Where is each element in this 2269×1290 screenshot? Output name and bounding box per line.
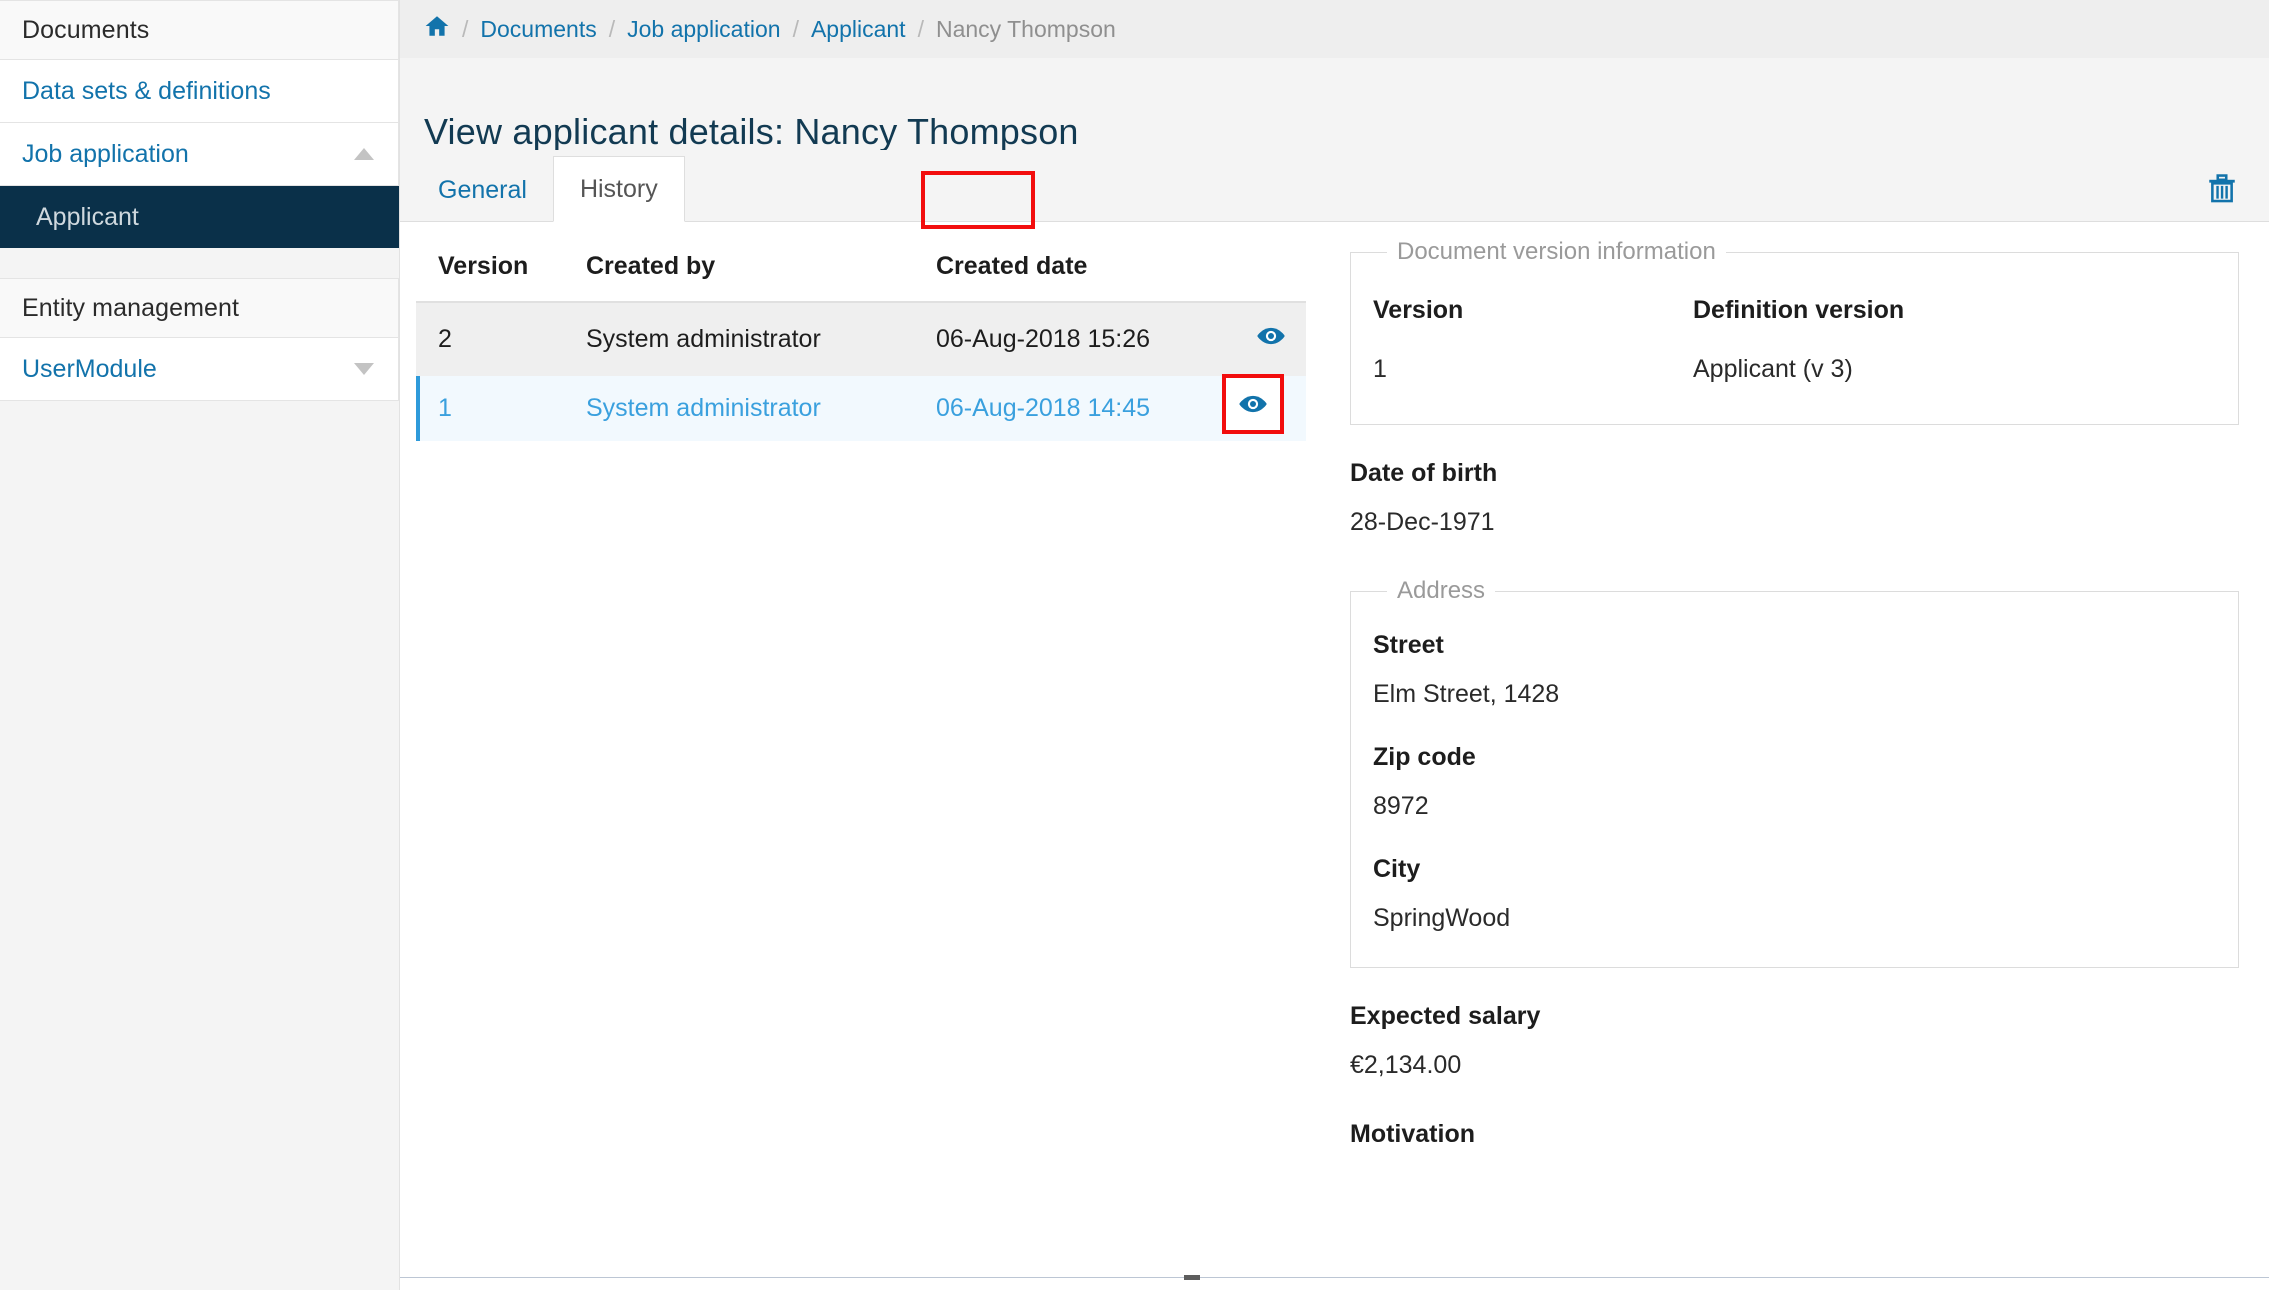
content-area: Version Created by Created date 2 System… bbox=[400, 222, 2269, 1290]
cell-created-date: 06-Aug-2018 15:26 bbox=[914, 302, 1214, 376]
field-value: 28-Dec-1971 bbox=[1350, 508, 1495, 536]
table-header-row: Version Created by Created date bbox=[416, 240, 1306, 303]
field-zip-code: Zip code 8972 bbox=[1373, 743, 2216, 821]
column-header-definition-version: Definition version bbox=[1693, 296, 1905, 324]
table-row[interactable]: 2 System administrator 06-Aug-2018 15:26 bbox=[416, 302, 1306, 376]
tab-history[interactable]: History bbox=[552, 155, 685, 222]
field-street: Street Elm Street, 1428 bbox=[1373, 631, 2216, 709]
field-label: City bbox=[1373, 855, 1421, 883]
sidebar-group-documents: Documents Data sets & definitions Job ap… bbox=[0, 0, 399, 248]
eye-icon[interactable] bbox=[1238, 389, 1268, 419]
field-label: Motivation bbox=[1350, 1120, 1475, 1148]
sidebar-header-label: Entity management bbox=[22, 293, 240, 322]
version-info-table: Version Definition version 1 Applicant (… bbox=[1373, 292, 2216, 390]
cell-created-by: System administrator bbox=[564, 376, 914, 441]
field-value: SpringWood bbox=[1373, 904, 1511, 932]
resize-handle[interactable] bbox=[1184, 1275, 1200, 1280]
column-header-version[interactable]: Version bbox=[416, 240, 564, 303]
sidebar-header-documents: Documents bbox=[0, 0, 399, 60]
table-row[interactable]: 1 System administrator 06-Aug-2018 14:45 bbox=[416, 374, 1306, 441]
home-icon bbox=[424, 13, 450, 45]
eye-icon[interactable] bbox=[1256, 321, 1286, 351]
table-header-row: Version Definition version bbox=[1373, 292, 2216, 355]
field-city: City SpringWood bbox=[1373, 855, 2216, 933]
sidebar-header-entity-management: Entity management bbox=[0, 278, 399, 338]
field-label: Zip code bbox=[1373, 743, 1476, 771]
sidebar-item-usermodule[interactable]: UserModule bbox=[0, 338, 399, 401]
cell-definition-version: Applicant (v 3) bbox=[1693, 355, 1853, 383]
sidebar-item-data-sets-definitions[interactable]: Data sets & definitions bbox=[0, 60, 399, 123]
title-zone: View applicant details: Nancy Thompson bbox=[400, 58, 2269, 150]
cell-created-by: System administrator bbox=[564, 302, 914, 376]
sidebar-item-label: Job application bbox=[22, 139, 189, 168]
fieldset-legend: Document version information bbox=[1397, 238, 1716, 265]
tab-bar: General History bbox=[400, 150, 2269, 222]
field-motivation: Motivation bbox=[1350, 1120, 2239, 1149]
field-expected-salary: Expected salary €2,134.00 bbox=[1350, 1002, 2239, 1080]
sidebar: Documents Data sets & definitions Job ap… bbox=[0, 0, 400, 1290]
bottom-divider bbox=[400, 1277, 2269, 1278]
history-table: Version Created by Created date 2 System… bbox=[416, 240, 1306, 441]
breadcrumb-home-link[interactable] bbox=[424, 13, 462, 45]
cell-version: 1 bbox=[1373, 355, 1387, 383]
field-date-of-birth: Date of birth 28-Dec-1971 bbox=[1350, 459, 2239, 537]
trash-icon[interactable] bbox=[2205, 172, 2239, 206]
column-header-version: Version bbox=[1373, 296, 1464, 324]
main-area: / Documents / Job application / Applican… bbox=[400, 0, 2269, 1290]
breadcrumb-item-documents[interactable]: Documents bbox=[468, 16, 608, 43]
breadcrumb-item-job-application[interactable]: Job application bbox=[615, 16, 792, 43]
page-title: View applicant details: Nancy Thompson bbox=[424, 111, 1079, 153]
column-header-created-date[interactable]: Created date bbox=[914, 240, 1214, 303]
field-value: Elm Street, 1428 bbox=[1373, 680, 1560, 708]
column-header-created-by[interactable]: Created by bbox=[564, 240, 914, 303]
chevron-up-icon bbox=[354, 148, 374, 160]
breadcrumb-item-applicant[interactable]: Applicant bbox=[799, 16, 918, 43]
fieldset-legend: Address bbox=[1397, 577, 1486, 604]
field-label: Expected salary bbox=[1350, 1002, 1541, 1030]
version-detail-pane: Document version information Version Def… bbox=[1310, 222, 2269, 1290]
cell-created-date: 06-Aug-2018 14:45 bbox=[914, 376, 1214, 441]
cell-version: 1 bbox=[416, 376, 564, 441]
toolbar bbox=[2205, 172, 2239, 206]
sidebar-item-label: Applicant bbox=[36, 202, 139, 231]
column-header-actions bbox=[1214, 240, 1306, 303]
field-value: 8972 bbox=[1373, 792, 1429, 820]
field-value: €2,134.00 bbox=[1350, 1051, 1462, 1079]
sidebar-header-label: Documents bbox=[22, 15, 150, 44]
sidebar-group-entity-management: Entity management UserModule bbox=[0, 278, 399, 401]
sidebar-item-label: UserModule bbox=[22, 354, 157, 383]
field-label: Date of birth bbox=[1350, 459, 1498, 487]
breadcrumb: / Documents / Job application / Applican… bbox=[400, 0, 2269, 58]
app-root: Documents Data sets & definitions Job ap… bbox=[0, 0, 2269, 1290]
annotation-rect-view-version bbox=[1222, 374, 1284, 434]
cell-version: 2 bbox=[416, 302, 564, 376]
history-table-pane: Version Created by Created date 2 System… bbox=[400, 222, 1310, 1290]
cell-actions bbox=[1214, 302, 1306, 376]
sidebar-item-label: Data sets & definitions bbox=[22, 76, 271, 105]
table-row: 1 Applicant (v 3) bbox=[1373, 355, 2216, 390]
sidebar-item-job-application[interactable]: Job application bbox=[0, 123, 399, 186]
field-label: Street bbox=[1373, 631, 1444, 659]
tab-general[interactable]: General bbox=[412, 158, 553, 223]
address-fieldset: Address Street Elm Street, 1428 Zip code… bbox=[1350, 577, 2239, 968]
sidebar-item-applicant[interactable]: Applicant bbox=[0, 186, 399, 248]
cell-actions bbox=[1214, 374, 1306, 441]
breadcrumb-item-current: Nancy Thompson bbox=[935, 15, 1116, 42]
chevron-down-icon bbox=[354, 363, 374, 375]
document-version-information-fieldset: Document version information Version Def… bbox=[1350, 238, 2239, 425]
